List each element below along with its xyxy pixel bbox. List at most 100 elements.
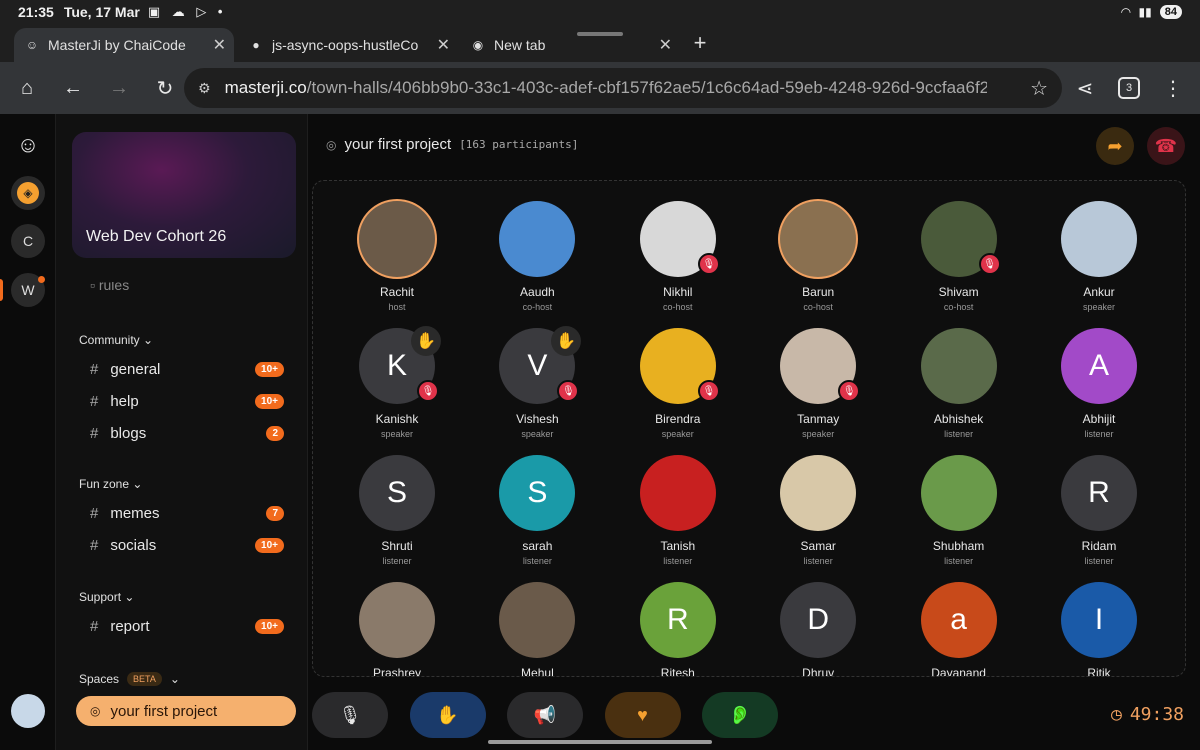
explore-compass-icon[interactable]: ◈ — [11, 176, 45, 210]
participant-tile[interactable]: D Dhruv — [758, 582, 878, 676]
channel-blogs[interactable]: # blogs 2 — [90, 419, 284, 447]
muted-mic-icon: 🎙 — [978, 253, 1001, 275]
participant-tile[interactable]: 🎙 Birendra speaker — [618, 328, 738, 439]
participant-tile[interactable]: Rachit host — [337, 201, 457, 312]
active-server-indicator — [0, 279, 3, 301]
participant-role: listener — [663, 556, 693, 566]
address-bar[interactable]: ⚙ masterji.co /town-halls/406bb9b0-33c1-… — [184, 68, 1062, 108]
masterji-logo-icon[interactable]: ☺ — [11, 128, 45, 162]
participant-tile[interactable]: Samar listener — [758, 455, 878, 566]
participant-avatar — [359, 582, 435, 658]
section-spaces[interactable]: Spaces BETA ⌄ — [79, 672, 180, 686]
close-tab-icon[interactable]: ✕ — [437, 35, 450, 55]
leave-call-button[interactable]: ☎ — [1147, 127, 1185, 165]
participant-role: listener — [1084, 429, 1114, 439]
chevron-down-icon: ⌄ — [143, 333, 154, 347]
participant-tile[interactable]: I Ritik — [1039, 582, 1159, 676]
space-your-first-project[interactable]: ◎ your first project — [76, 696, 296, 726]
tab-title: js-async-oops-hustleCo — [272, 37, 419, 53]
channel-general[interactable]: # general 10+ — [90, 355, 284, 383]
participant-tile[interactable]: Ssarah listener — [477, 455, 597, 566]
mic-button[interactable]: 🎙 — [312, 692, 388, 738]
participant-tile[interactable]: Prashrey — [337, 582, 457, 676]
sidebar-item-rules[interactable]: ▫ rules — [90, 282, 129, 294]
participant-avatar: R — [1061, 455, 1137, 531]
gesture-bar — [488, 740, 712, 744]
tab-bar: ☺ MasterJi by ChaiCode ✕ ● js-async-oops… — [0, 24, 1200, 62]
participant-role: host — [388, 302, 406, 312]
site-settings-icon[interactable]: ⚙ — [198, 80, 211, 97]
close-tab-icon[interactable]: ✕ — [213, 35, 226, 55]
participant-role: listener — [1084, 556, 1114, 566]
participant-avatar: K ✋ 🎙 — [359, 326, 441, 404]
participant-tile[interactable]: Mehul — [477, 582, 597, 676]
participant-avatar — [780, 201, 857, 277]
server-c[interactable]: C — [11, 224, 45, 258]
participant-tile[interactable]: Barun co-host — [758, 201, 878, 312]
participant-tile[interactable]: Abhishek listener — [899, 328, 1019, 439]
participant-tile[interactable]: Aaudh co-host — [477, 201, 597, 312]
channel-memes[interactable]: # memes 7 — [90, 499, 284, 527]
channel-label: memes — [110, 504, 160, 522]
ear-button[interactable]: 👂 — [702, 692, 778, 738]
cohort-banner[interactable]: Web Dev Cohort 26 — [72, 132, 296, 258]
megaphone-button[interactable]: 📢 — [507, 692, 583, 738]
tab-masterji[interactable]: ☺ MasterJi by ChaiCode ✕ — [14, 28, 234, 62]
section-support[interactable]: Support ⌄ — [79, 590, 134, 604]
hang-up-icon: ☎ — [1154, 135, 1178, 156]
heart-button[interactable]: ♥ — [604, 692, 681, 738]
home-icon[interactable]: ⌂ — [4, 65, 50, 111]
participant-name: Abhishek — [933, 412, 984, 426]
participant-tile[interactable]: Shubham listener — [899, 455, 1019, 566]
channel-report[interactable]: # report 10+ — [90, 612, 284, 640]
participant-count: [163 participants] — [459, 138, 579, 151]
call-timer: ◷ 49:38 — [1111, 704, 1184, 725]
menu-icon[interactable]: ⋮ — [1150, 65, 1196, 111]
channel-socials[interactable]: # socials 10+ — [90, 531, 284, 559]
participant-avatar: R — [639, 582, 716, 658]
raise-hand-button[interactable]: ✋ — [409, 692, 486, 738]
channel-label: report — [110, 617, 150, 635]
forward-icon[interactable]: → — [96, 65, 142, 111]
reload-icon[interactable]: ↻ — [142, 65, 188, 111]
section-community[interactable]: Community ⌄ — [79, 333, 153, 347]
participants-grid: Rachit host Aaudh co-host 🎙 Nikhil co-host Baru… — [312, 180, 1186, 677]
chrome-favicon-icon: ◉ — [472, 38, 484, 52]
drag-handle[interactable] — [577, 32, 623, 36]
participant-tile[interactable]: 🎙 Shivam co-host — [899, 201, 1019, 312]
tab-github[interactable]: ● js-async-oops-hustleCo ✕ — [238, 28, 458, 62]
avatar-initial: S — [527, 476, 548, 509]
notification-icons: ▣ ☁ ▷ • — [147, 4, 227, 19]
participant-avatar — [920, 328, 997, 404]
hash-icon: # — [90, 617, 99, 635]
avatar-initial: a — [950, 603, 967, 636]
participant-tile[interactable]: A Abhijit listener — [1039, 328, 1159, 439]
new-tab-button[interactable]: + — [688, 28, 712, 58]
tab-count-button[interactable]: 3 — [1118, 77, 1140, 99]
back-icon[interactable]: ← — [50, 65, 96, 111]
participant-name: Nikhil — [663, 285, 693, 299]
participant-name: Shruti — [381, 539, 413, 553]
tab-new[interactable]: ◉ New tab ✕ — [460, 28, 680, 62]
participant-tile[interactable]: R Ritesh — [618, 582, 738, 676]
participant-avatar: S — [499, 455, 576, 531]
participant-tile[interactable]: S Shruti listener — [337, 455, 457, 566]
hash-icon: # — [90, 504, 99, 522]
user-avatar[interactable] — [11, 694, 45, 728]
participant-name: Samar — [800, 539, 836, 553]
participant-tile[interactable]: K ✋ 🎙 Kanishk speaker — [337, 326, 457, 439]
section-fun-zone[interactable]: Fun zone ⌄ — [79, 477, 142, 491]
participant-tile[interactable]: a Dayanand — [899, 582, 1019, 676]
participant-tile[interactable]: 🎙 Nikhil co-host — [618, 201, 738, 312]
participant-tile[interactable]: V ✋ 🎙 Vishesh speaker — [477, 326, 597, 439]
participant-tile[interactable]: Ankur speaker — [1039, 201, 1159, 312]
share-icon[interactable]: ⋖ — [1062, 65, 1108, 111]
bookmark-star-icon[interactable]: ☆ — [1030, 76, 1048, 101]
participant-tile[interactable]: R Ridam listener — [1039, 455, 1159, 566]
participant-tile[interactable]: 🎙 Tanmay speaker — [758, 328, 878, 439]
channel-help[interactable]: # help 10+ — [90, 387, 284, 415]
timer-value: 49:38 — [1129, 704, 1184, 725]
participant-tile[interactable]: Tanish listener — [618, 455, 738, 566]
close-tab-icon[interactable]: ✕ — [659, 35, 672, 55]
share-arrow-button[interactable]: ➦ — [1096, 127, 1134, 165]
